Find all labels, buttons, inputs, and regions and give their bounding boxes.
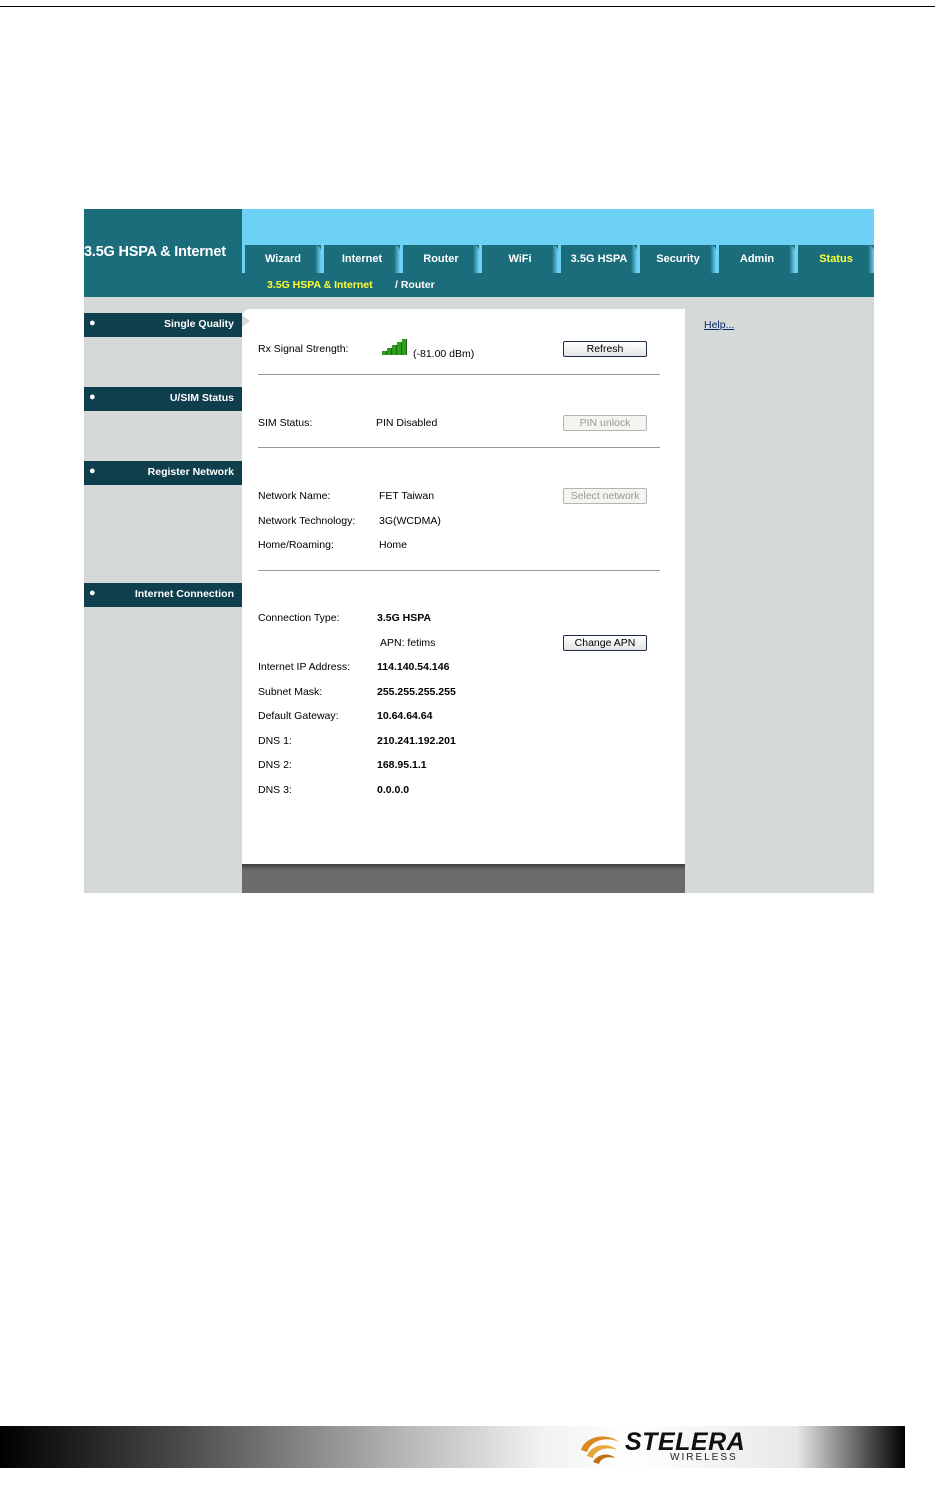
- divider: [258, 374, 660, 375]
- tab-router[interactable]: Router: [400, 245, 479, 273]
- logo-subtitle: WIRELESS: [670, 1452, 738, 1463]
- subnav-current[interactable]: 3.5G HSPA & Internet: [267, 279, 373, 291]
- pin-unlock-button[interactable]: PIN unlock: [563, 415, 647, 431]
- ip-value: 114.140.54.146: [377, 661, 450, 673]
- subnet-label: Subnet Mask:: [258, 686, 323, 698]
- dns3-value: 0.0.0.0: [377, 784, 410, 796]
- bullet-icon: ●: [89, 465, 96, 477]
- tab-admin[interactable]: Admin: [716, 245, 795, 273]
- dns3-label: DNS 3:: [258, 784, 292, 796]
- help-link[interactable]: Help...: [704, 319, 734, 331]
- signal-value: (-81.00 dBm): [413, 348, 475, 360]
- tab-hspa[interactable]: 3.5G HSPA: [558, 245, 637, 273]
- roaming-label: Home/Roaming:: [258, 539, 334, 551]
- roaming-value: Home: [379, 539, 408, 551]
- subnet-value: 255.255.255.255: [377, 686, 456, 698]
- connection-type-label: Connection Type:: [258, 612, 340, 624]
- select-network-button[interactable]: Select network: [563, 488, 647, 504]
- network-name-value: FET Taiwan: [379, 490, 435, 502]
- dns1-value: 210.241.192.201: [377, 735, 456, 747]
- sidebar-section-usim-status: ● U/SIM Status: [84, 387, 242, 411]
- footer-banner: [0, 1426, 905, 1468]
- subnav-router[interactable]: / Router: [395, 279, 435, 291]
- bullet-icon: ●: [89, 587, 96, 599]
- sidebar-section-label: U/SIM Status: [169, 392, 234, 404]
- tab-wifi[interactable]: WiFi: [479, 245, 558, 273]
- connection-type-value: 3.5G HSPA: [377, 612, 432, 624]
- dns2-value: 168.95.1.1: [377, 759, 427, 771]
- sim-status-value: PIN Disabled: [376, 417, 438, 429]
- signal-bars-icon: [382, 339, 408, 355]
- network-name-label: Network Name:: [258, 490, 331, 502]
- router-ui: 3.5G HSPA & Internet Wizard Internet Rou…: [84, 209, 874, 893]
- gateway-label: Default Gateway:: [258, 710, 339, 722]
- bullet-icon: ●: [89, 317, 96, 329]
- tab-bar: Wizard Internet Router WiFi 3.5G HSPA Se…: [242, 245, 874, 273]
- sidebar-section-label: Internet Connection: [134, 588, 234, 600]
- sidebar-section-label: Single Quality: [163, 318, 234, 330]
- gateway-value: 10.64.64.64: [377, 710, 433, 722]
- network-tech-label: Network Technology:: [258, 515, 356, 527]
- status-panel: Rx Signal Strength: (-81.00 dBm) Refresh…: [242, 309, 685, 864]
- divider: [258, 570, 660, 571]
- bullet-icon: ●: [89, 391, 96, 403]
- tab-wizard[interactable]: Wizard: [242, 245, 321, 273]
- panel-footer: [242, 864, 685, 893]
- dns1-label: DNS 1:: [258, 735, 292, 747]
- sidebar-section-single-quality: ● Single Quality: [84, 313, 242, 337]
- dns2-label: DNS 2:: [258, 759, 292, 771]
- tab-status[interactable]: Status: [795, 245, 874, 273]
- brand-title: 3.5G HSPA & Internet: [84, 209, 242, 297]
- sub-navigation: 3.5G HSPA & Internet / Router: [242, 273, 874, 297]
- tab-security[interactable]: Security: [637, 245, 716, 273]
- change-apn-button[interactable]: Change APN: [563, 635, 647, 651]
- network-tech-value: 3G(WCDMA): [379, 515, 441, 527]
- sim-status-label: SIM Status:: [258, 417, 313, 429]
- apn-text: APN: fetims: [380, 637, 436, 649]
- sidebar-section-register-network: ● Register Network: [84, 461, 242, 485]
- help-panel: Help...: [685, 312, 874, 893]
- sidebar-section-internet-connection: ● Internet Connection: [84, 583, 242, 607]
- sidebar: ● Single Quality ● U/SIM Status ● Regist…: [84, 297, 242, 893]
- tab-internet[interactable]: Internet: [321, 245, 400, 273]
- refresh-button[interactable]: Refresh: [563, 341, 647, 357]
- top-navigation: Wizard Internet Router WiFi 3.5G HSPA Se…: [242, 209, 874, 297]
- divider: [258, 447, 660, 448]
- signal-label: Rx Signal Strength:: [258, 343, 349, 355]
- stelera-logo-icon: [581, 1436, 619, 1464]
- sidebar-section-label: Register Network: [147, 466, 234, 478]
- ip-label: Internet IP Address:: [258, 661, 351, 673]
- page-top-rule: [0, 6, 935, 7]
